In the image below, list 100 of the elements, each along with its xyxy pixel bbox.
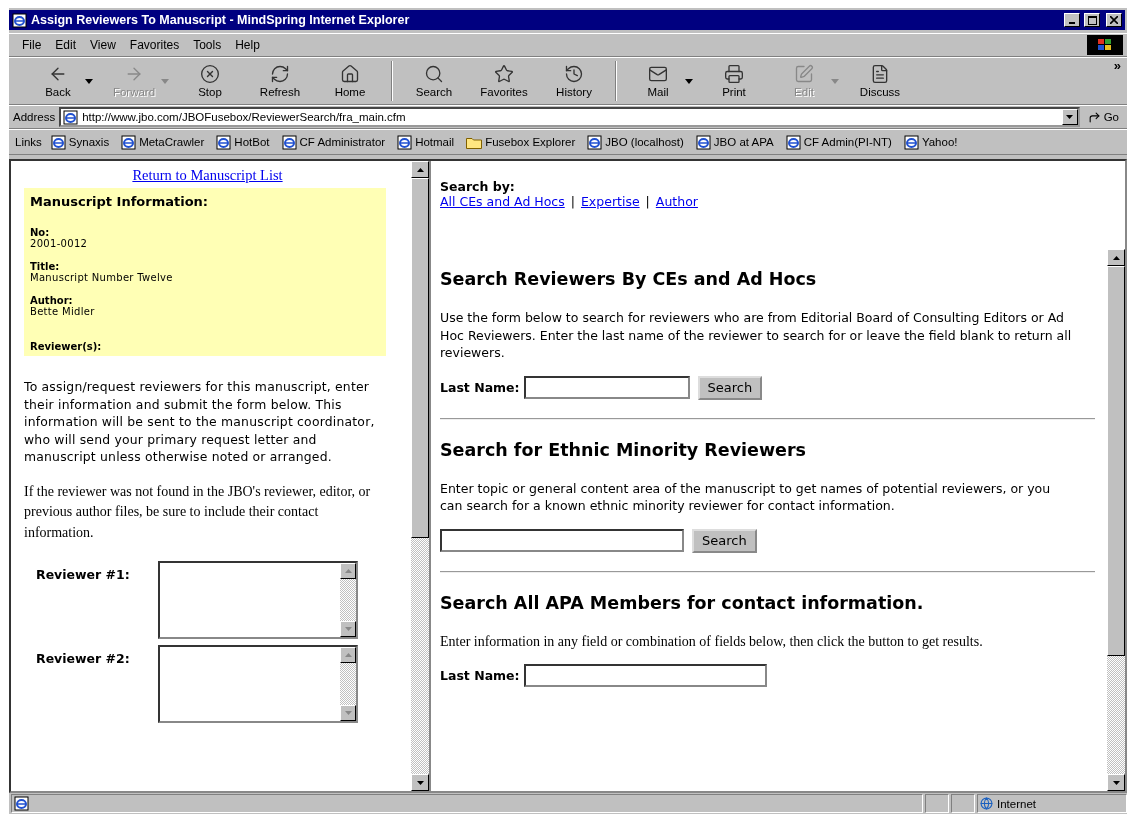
section-text: Enter topic or general content area of the manuscript to get names of potential reviewers, or you can search for a known ethnic minority reviewer for contact information. bbox=[440, 479, 1052, 515]
address-field[interactable]: http://www.jbo.com/JBOFusebox/ReviewerSearch/fra_main.cfm bbox=[59, 107, 1080, 127]
toolbar-button[interactable]: Refresh bbox=[245, 59, 315, 103]
scroll-up-icon bbox=[1112, 255, 1120, 260]
stop-icon bbox=[200, 64, 220, 84]
go-arrow-icon bbox=[1087, 110, 1101, 124]
link-button[interactable]: CF Admin(PI-NT) bbox=[782, 134, 895, 150]
web-page-icon bbox=[397, 134, 413, 150]
maximize-button[interactable] bbox=[1084, 13, 1100, 27]
section-heading: Search Reviewers By CEs and Ad Hocs bbox=[440, 269, 818, 289]
scrollbar[interactable] bbox=[411, 161, 429, 791]
search-field[interactable] bbox=[523, 664, 767, 687]
menu-item[interactable]: Edit bbox=[48, 38, 84, 52]
menu-item[interactable]: View bbox=[83, 38, 123, 52]
envelope-icon bbox=[648, 64, 668, 84]
search-button[interactable]: Search bbox=[697, 375, 763, 400]
menu-item[interactable]: Favorites bbox=[122, 38, 187, 52]
toolbar-button[interactable]: Back bbox=[23, 59, 93, 103]
scroll-down-icon bbox=[416, 780, 424, 785]
menu-item[interactable]: Tools bbox=[186, 38, 229, 52]
window-title: Assign Reviewers To Manuscript - MindSpring Internet Explorer bbox=[31, 13, 411, 27]
star-icon bbox=[494, 64, 514, 84]
web-page-icon bbox=[695, 134, 711, 150]
field-label: Reviewer(s): bbox=[30, 341, 103, 352]
menu-item[interactable]: File bbox=[15, 38, 49, 52]
refresh-icon bbox=[270, 64, 290, 84]
scrollbar[interactable] bbox=[1107, 249, 1125, 791]
panel-heading: Manuscript Information: bbox=[30, 194, 210, 209]
toolbar-button[interactable]: Mail bbox=[623, 59, 693, 103]
toolbar-button[interactable]: Print bbox=[699, 59, 769, 103]
toolbar-button[interactable]: Favorites bbox=[469, 59, 539, 103]
scroll-up-icon bbox=[416, 167, 424, 172]
scroll-down-icon bbox=[1066, 115, 1074, 119]
pen-icon bbox=[794, 64, 814, 84]
reviewer-label: Reviewer #2: bbox=[36, 650, 131, 668]
web-page-icon bbox=[121, 134, 137, 150]
caret-icon[interactable] bbox=[85, 78, 93, 84]
toolbar-button[interactable]: History bbox=[539, 59, 609, 103]
link-button[interactable]: CF Administrator bbox=[278, 134, 389, 150]
search-field[interactable] bbox=[440, 529, 684, 552]
field-label: No: bbox=[30, 227, 51, 238]
search-link[interactable]: Expertise bbox=[580, 194, 640, 209]
dropdown-button[interactable] bbox=[1061, 109, 1078, 125]
toolbar-button[interactable]: Discuss bbox=[845, 59, 915, 103]
links-label: Links bbox=[15, 136, 42, 148]
section-heading: Search for Ethnic Minority Reviewers bbox=[440, 439, 807, 460]
link-button[interactable]: HotBot bbox=[213, 134, 273, 150]
web-page-icon bbox=[785, 134, 801, 150]
link-button[interactable]: JBO (localhost) bbox=[584, 134, 687, 150]
section-heading: Search All APA Members for contact information. bbox=[440, 592, 925, 613]
web-page-icon bbox=[50, 134, 66, 150]
toolbar-button[interactable]: Home bbox=[315, 59, 385, 103]
link-button[interactable]: Yahoo! bbox=[900, 134, 961, 150]
field-label: Author: bbox=[30, 295, 74, 306]
search-link[interactable]: All CEs and Ad Hocs bbox=[440, 194, 565, 209]
clock-icon bbox=[564, 64, 584, 84]
maximize-icon bbox=[1087, 15, 1097, 25]
search-button[interactable]: Search bbox=[692, 528, 757, 553]
close-button[interactable] bbox=[1106, 13, 1122, 27]
field-label: Last Name: bbox=[440, 380, 520, 395]
toolbar-button[interactable]: Stop bbox=[175, 59, 245, 103]
search-field[interactable] bbox=[523, 376, 690, 399]
toolbar-button[interactable]: Search bbox=[399, 59, 469, 103]
web-page-icon bbox=[903, 134, 919, 150]
reviewer-textarea[interactable] bbox=[158, 645, 358, 723]
search-by-label: Search by: bbox=[440, 179, 516, 194]
section-text: Enter information in any field or combination of fields below, then click the button to get results. bbox=[440, 632, 984, 650]
link-button[interactable]: Hotmail bbox=[394, 134, 458, 150]
scroll-down-icon bbox=[344, 627, 352, 631]
printer-icon bbox=[724, 64, 744, 84]
scroll-down-icon bbox=[344, 711, 352, 715]
document-icon bbox=[870, 64, 890, 84]
address-label: Address bbox=[13, 111, 56, 123]
link-button[interactable]: Synaxis bbox=[47, 134, 113, 150]
return-link[interactable]: Return to Manuscript List bbox=[132, 167, 283, 184]
reviewer-textarea[interactable] bbox=[158, 561, 358, 639]
web-page-icon bbox=[12, 12, 27, 28]
field-value: Manuscript Number Twelve bbox=[30, 272, 174, 283]
link-button[interactable]: MetaCrawler bbox=[118, 134, 208, 150]
link-button[interactable]: JBO at APA bbox=[692, 134, 777, 150]
search-icon bbox=[424, 64, 444, 84]
go-button[interactable]: Go bbox=[1083, 110, 1123, 124]
instructions-text: To assign/request reviewers for this manuscript, enter their information and submit the form below. This information will be sent to the manuscript coordinator, who will send your primary request letter and manuscript unless otherwise noted or arranged. bbox=[24, 378, 376, 466]
minimize-button[interactable] bbox=[1064, 13, 1080, 27]
web-page-icon bbox=[14, 796, 29, 811]
note-text: If the reviewer was not found in the JBO's reviewer, editor, or previous author files, be sure to include their contact information. bbox=[24, 482, 372, 542]
menu-item[interactable]: Help bbox=[228, 38, 267, 52]
link-button[interactable]: Fusebox Explorer bbox=[463, 135, 579, 149]
globe-icon bbox=[980, 797, 993, 810]
more-chevron[interactable]: » bbox=[1113, 58, 1121, 73]
folder-icon bbox=[466, 135, 483, 149]
scroll-up-icon bbox=[344, 569, 352, 573]
field-label: Last Name: bbox=[440, 668, 520, 683]
field-value: 2001-0012 bbox=[30, 238, 89, 249]
field-label: Title: bbox=[30, 261, 61, 272]
caret-icon[interactable] bbox=[685, 78, 693, 84]
house-icon bbox=[340, 64, 360, 84]
section-text: Use the form below to search for reviewers who are from Editorial Board of Consulting Editors or Ad Hoc Reviewers. Enter the last name of the reviewer to search for or leave the field blank to return all reviewers. bbox=[440, 309, 1072, 362]
search-link[interactable]: Author bbox=[655, 194, 698, 209]
link-separator: | bbox=[645, 194, 650, 209]
